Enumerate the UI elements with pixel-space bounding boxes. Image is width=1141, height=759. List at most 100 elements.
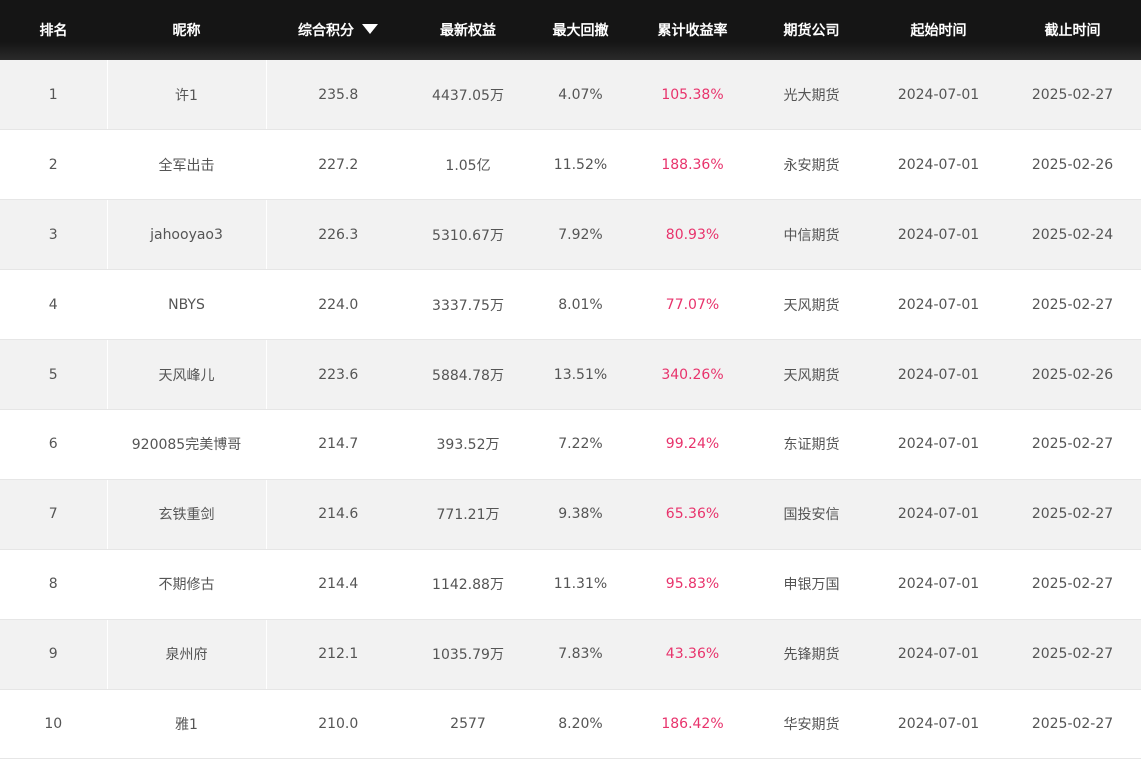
- cell-company: 永安期货: [750, 129, 873, 201]
- table-row[interactable]: 9 泉州府 212.1 1035.79万 7.83% 43.36% 先锋期货 2024-07-…: [0, 619, 1141, 690]
- cell-score: 212.1: [266, 619, 410, 690]
- cell-return: 77.07%: [635, 269, 750, 341]
- table-row[interactable]: 8 不期修古 214.4 1142.88万 11.31% 95.83% 申银万国 2024-0…: [0, 549, 1141, 620]
- ranking-table: 排名 昵称 综合积分 最新权益 最大回撤 累计收益率 期货公司 起始时间 截止时间 1 许1 235…: [0, 0, 1141, 759]
- cell-start-date: 2024-07-01: [873, 60, 1004, 131]
- cell-nickname[interactable]: 不期修古: [106, 549, 267, 620]
- cell-equity: 5310.67万: [410, 199, 526, 271]
- cell-score: 235.8: [266, 60, 410, 131]
- header-start[interactable]: 起始时间: [873, 0, 1004, 60]
- cell-end-date: 2025-02-27: [1004, 549, 1141, 620]
- cell-company: 中信期货: [750, 199, 873, 271]
- cell-start-date: 2024-07-01: [873, 619, 1004, 690]
- table-row[interactable]: 7 玄铁重剑 214.6 771.21万 9.38% 65.36% 国投安信 2024-07-…: [0, 479, 1141, 550]
- cell-start-date: 2024-07-01: [873, 689, 1004, 759]
- cell-equity: 1142.88万: [410, 549, 526, 620]
- cell-rank: 7: [0, 479, 107, 550]
- cell-score: 223.6: [266, 339, 410, 410]
- cell-return: 95.83%: [635, 549, 750, 620]
- cell-start-date: 2024-07-01: [873, 199, 1004, 271]
- cell-company: 华安期货: [750, 689, 873, 759]
- cell-drawdown: 11.31%: [526, 549, 635, 620]
- cell-rank: 1: [0, 60, 107, 131]
- cell-end-date: 2025-02-26: [1004, 129, 1141, 201]
- cell-return: 105.38%: [635, 60, 750, 131]
- table-row[interactable]: 4 NBYS 224.0 3337.75万 8.01% 77.07% 天风期货 2024-07…: [0, 269, 1141, 341]
- cell-nickname[interactable]: 泉州府: [106, 619, 267, 690]
- cell-nickname[interactable]: 许1: [106, 60, 267, 131]
- header-rank[interactable]: 排名: [0, 0, 107, 60]
- cell-start-date: 2024-07-01: [873, 129, 1004, 201]
- cell-end-date: 2025-02-27: [1004, 689, 1141, 759]
- cell-drawdown: 9.38%: [526, 479, 635, 550]
- header-drawdown[interactable]: 最大回撤: [526, 0, 635, 60]
- cell-rank: 10: [0, 689, 107, 759]
- cell-equity: 3337.75万: [410, 269, 526, 341]
- cell-drawdown: 4.07%: [526, 60, 635, 131]
- cell-rank: 2: [0, 129, 107, 201]
- cell-end-date: 2025-02-27: [1004, 409, 1141, 480]
- header-nickname[interactable]: 昵称: [107, 0, 266, 60]
- cell-company: 光大期货: [750, 60, 873, 131]
- cell-nickname[interactable]: 雅1: [106, 689, 267, 759]
- cell-start-date: 2024-07-01: [873, 479, 1004, 550]
- cell-score: 214.6: [266, 479, 410, 550]
- table-row[interactable]: 10 雅1 210.0 2577 8.20% 186.42% 华安期货 2024-07-01 2…: [0, 689, 1141, 759]
- cell-rank: 3: [0, 199, 107, 271]
- header-score-label: 综合积分: [298, 23, 354, 39]
- cell-company: 申银万国: [750, 549, 873, 620]
- header-equity[interactable]: 最新权益: [410, 0, 526, 60]
- cell-company: 天风期货: [750, 269, 873, 341]
- cell-drawdown: 7.92%: [526, 199, 635, 271]
- table-row[interactable]: 1 许1 235.8 4437.05万 4.07% 105.38% 光大期货 2024-07-…: [0, 60, 1141, 131]
- table-row[interactable]: 3 jahooyao3 226.3 5310.67万 7.92% 80.93% 中信期货 20…: [0, 199, 1141, 271]
- cell-drawdown: 8.01%: [526, 269, 635, 341]
- cell-equity: 1.05亿: [410, 129, 526, 201]
- cell-score: 226.3: [266, 199, 410, 271]
- cell-score: 210.0: [266, 689, 410, 759]
- cell-nickname[interactable]: 全军出击: [106, 129, 267, 201]
- cell-nickname[interactable]: 天风峰儿: [106, 339, 267, 410]
- cell-equity: 5884.78万: [410, 339, 526, 410]
- cell-return: 80.93%: [635, 199, 750, 271]
- cell-nickname[interactable]: 玄铁重剑: [106, 479, 267, 550]
- cell-score: 214.4: [266, 549, 410, 620]
- cell-end-date: 2025-02-27: [1004, 269, 1141, 341]
- table-row[interactable]: 2 全军出击 227.2 1.05亿 11.52% 188.36% 永安期货 2024-07-…: [0, 129, 1141, 201]
- cell-equity: 2577: [410, 689, 526, 759]
- table-row[interactable]: 5 天风峰儿 223.6 5884.78万 13.51% 340.26% 天风期货 2024-…: [0, 339, 1141, 410]
- cell-start-date: 2024-07-01: [873, 409, 1004, 480]
- cell-company: 国投安信: [750, 479, 873, 550]
- cell-score: 224.0: [266, 269, 410, 341]
- cell-nickname[interactable]: NBYS: [106, 269, 267, 341]
- cell-end-date: 2025-02-27: [1004, 60, 1141, 131]
- cell-equity: 393.52万: [410, 409, 526, 480]
- table-body: 1 许1 235.8 4437.05万 4.07% 105.38% 光大期货 2024-07-…: [0, 60, 1141, 759]
- cell-end-date: 2025-02-27: [1004, 479, 1141, 550]
- cell-nickname[interactable]: jahooyao3: [106, 199, 267, 271]
- cell-equity: 1035.79万: [410, 619, 526, 690]
- cell-nickname[interactable]: 920085完美博哥: [106, 409, 267, 480]
- table-header: 排名 昵称 综合积分 最新权益 最大回撤 累计收益率 期货公司 起始时间 截止时间: [0, 0, 1141, 60]
- cell-equity: 771.21万: [410, 479, 526, 550]
- cell-drawdown: 11.52%: [526, 129, 635, 201]
- cell-equity: 4437.05万: [410, 60, 526, 131]
- header-return[interactable]: 累计收益率: [635, 0, 750, 60]
- header-score[interactable]: 综合积分: [266, 0, 410, 60]
- cell-return: 43.36%: [635, 619, 750, 690]
- cell-company: 东证期货: [750, 409, 873, 480]
- cell-end-date: 2025-02-27: [1004, 619, 1141, 690]
- cell-start-date: 2024-07-01: [873, 549, 1004, 620]
- cell-drawdown: 7.83%: [526, 619, 635, 690]
- header-company[interactable]: 期货公司: [750, 0, 873, 60]
- cell-return: 186.42%: [635, 689, 750, 759]
- cell-rank: 9: [0, 619, 107, 690]
- cell-rank: 4: [0, 269, 107, 341]
- table-row[interactable]: 6 920085完美博哥 214.7 393.52万 7.22% 99.24% 东证期货 20…: [0, 409, 1141, 480]
- header-end[interactable]: 截止时间: [1004, 0, 1141, 60]
- sort-down-triangle-icon[interactable]: [362, 24, 378, 34]
- cell-end-date: 2025-02-24: [1004, 199, 1141, 271]
- cell-drawdown: 13.51%: [526, 339, 635, 410]
- cell-rank: 8: [0, 549, 107, 620]
- cell-end-date: 2025-02-26: [1004, 339, 1141, 410]
